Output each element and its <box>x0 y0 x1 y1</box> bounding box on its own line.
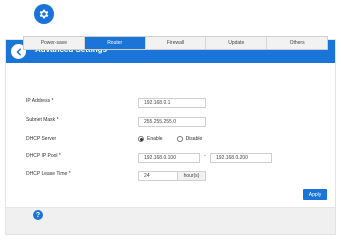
lease-time-field[interactable]: 24 <box>138 171 178 181</box>
radio-unselected[interactable] <box>176 136 183 142</box>
dhcp-pool-separator: - <box>204 153 206 159</box>
subnet-mask-label: Subnet Mask * <box>26 117 59 123</box>
ip-address-field[interactable]: 192.168.0.1 <box>138 98 206 108</box>
subnet-mask-field[interactable]: 255.255.255.0 <box>138 117 206 127</box>
dhcp-disable-option[interactable]: Disable <box>176 136 203 142</box>
apply-button[interactable]: Apply <box>303 189 327 200</box>
dhcp-enable-label: Enable <box>147 136 163 142</box>
top-bar <box>0 0 341 28</box>
lease-time-unit: hour(s) <box>178 171 206 181</box>
lease-time-label: DHCP Lease Time * <box>26 171 71 177</box>
tab-firewall[interactable]: Firewall <box>145 37 207 49</box>
tab-power-save[interactable]: Power-save <box>24 37 85 49</box>
tab-update[interactable]: Update <box>206 37 268 49</box>
panel-footer <box>6 207 335 234</box>
dhcp-disable-label: Disable <box>185 136 203 142</box>
radio-selected[interactable] <box>138 136 144 142</box>
dhcp-pool-label: DHCP IP Pool * <box>26 153 61 159</box>
dhcp-pool-end-field[interactable]: 192.168.0.200 <box>210 153 272 163</box>
tab-others[interactable]: Others <box>267 37 327 49</box>
ip-address-label: IP Address * <box>26 98 54 104</box>
tab-router[interactable]: Router <box>84 37 146 49</box>
dhcp-server-radio-group: Enable Disable <box>138 136 216 142</box>
help-icon[interactable]: ? <box>33 210 43 220</box>
dhcp-enable-option[interactable]: Enable <box>138 136 163 142</box>
dhcp-pool-start-field[interactable]: 192.168.0.100 <box>138 153 200 163</box>
settings-tabs: Power-save Router Firewall Update Others <box>23 36 328 50</box>
gear-icon[interactable] <box>34 4 54 24</box>
dhcp-server-label: DHCP Server <box>26 136 57 142</box>
